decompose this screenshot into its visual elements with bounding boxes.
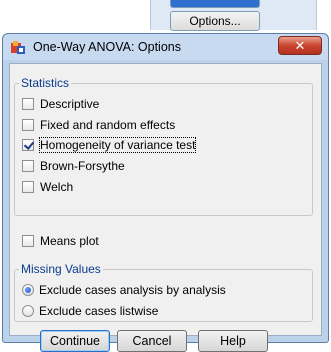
cancel-button[interactable]: Cancel xyxy=(117,330,187,352)
background-options-button[interactable]: Options... xyxy=(170,11,260,31)
brown-forsythe-checkbox[interactable] xyxy=(22,160,34,172)
welch-label: Welch xyxy=(40,180,74,194)
spss-app-icon xyxy=(11,41,25,54)
homogeneity-label: Homogeneity of variance test xyxy=(38,137,197,153)
fixed-random-effects-label: Fixed and random effects xyxy=(40,118,176,132)
help-button[interactable]: Help xyxy=(198,330,268,352)
brown-forsythe-label: Brown-Forsythe xyxy=(40,159,125,173)
options-dialog: One-Way ANOVA: Options ✕ Statistics Desc… xyxy=(2,33,329,352)
descriptive-label: Descriptive xyxy=(40,97,100,111)
continue-button[interactable]: Continue xyxy=(40,330,110,352)
exclude-analysis-radio-row[interactable]: Exclude cases analysis by analysis xyxy=(22,281,226,299)
exclude-analysis-radio[interactable] xyxy=(22,284,34,296)
homogeneity-checkbox-row[interactable]: Homogeneity of variance test xyxy=(22,136,197,154)
close-button[interactable]: ✕ xyxy=(278,36,322,55)
descriptive-checkbox[interactable] xyxy=(22,98,34,110)
missing-values-legend: Missing Values xyxy=(21,262,101,276)
descriptive-checkbox-row[interactable]: Descriptive xyxy=(22,95,99,113)
exclude-analysis-label: Exclude cases analysis by analysis xyxy=(39,283,226,297)
close-icon: ✕ xyxy=(294,38,306,53)
means-plot-checkbox-row[interactable]: Means plot xyxy=(22,232,99,250)
dialog-title-bar[interactable]: One-Way ANOVA: Options ✕ xyxy=(3,34,328,62)
dialog-client-area: Statistics Descriptive Fixed and random … xyxy=(9,63,322,352)
fixed-random-effects-checkbox-row[interactable]: Fixed and random effects xyxy=(22,116,175,134)
exclude-listwise-radio[interactable] xyxy=(22,305,34,317)
exclude-listwise-label: Exclude cases listwise xyxy=(39,304,159,318)
brown-forsythe-checkbox-row[interactable]: Brown-Forsythe xyxy=(22,157,125,175)
background-button-partial[interactable] xyxy=(170,0,260,8)
fixed-random-effects-checkbox[interactable] xyxy=(22,119,34,131)
welch-checkbox-row[interactable]: Welch xyxy=(22,178,73,196)
homogeneity-checkbox[interactable] xyxy=(22,139,34,151)
means-plot-label: Means plot xyxy=(40,234,99,248)
welch-checkbox[interactable] xyxy=(22,181,34,193)
exclude-listwise-radio-row[interactable]: Exclude cases listwise xyxy=(22,302,158,320)
statistics-legend: Statistics xyxy=(21,76,70,90)
dialog-title: One-Way ANOVA: Options xyxy=(33,40,181,54)
means-plot-checkbox[interactable] xyxy=(22,235,34,247)
